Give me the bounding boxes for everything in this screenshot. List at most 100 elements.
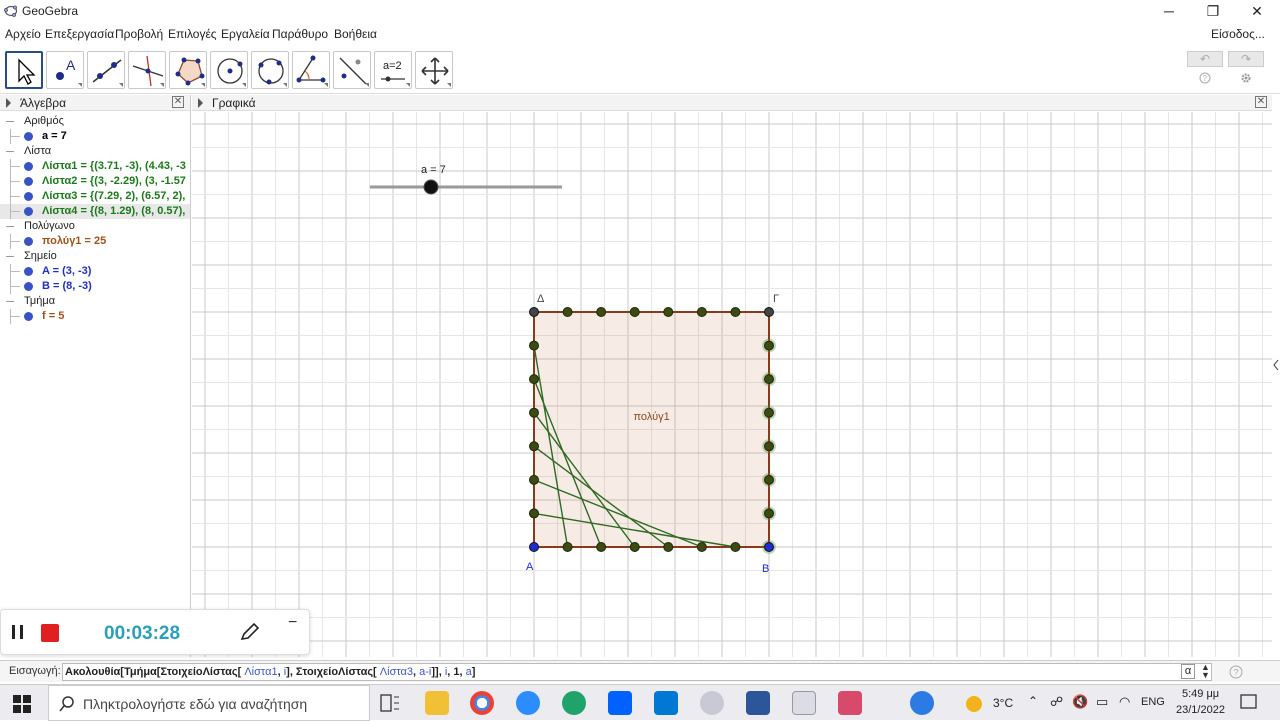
tray-chevron-icon[interactable]: ⌃ — [1028, 694, 1038, 708]
pen-icon[interactable] — [239, 622, 261, 642]
point-A[interactable] — [529, 542, 539, 552]
point-C[interactable] — [764, 307, 774, 317]
zoom-icon[interactable] — [516, 691, 540, 715]
word-icon[interactable] — [746, 691, 770, 715]
tree-collapse-icon[interactable] — [6, 151, 14, 152]
visibility-toggle-icon[interactable] — [24, 192, 33, 201]
list3-point[interactable] — [562, 307, 573, 317]
list3-point[interactable] — [730, 307, 741, 317]
reflect-tool-button[interactable] — [333, 51, 371, 89]
algebra-item[interactable]: Λίστα3 = {(7.29, 2), (6.57, 2), — [0, 189, 190, 204]
menu-tools[interactable]: Εργαλεία — [221, 27, 270, 41]
file-explorer-icon[interactable] — [425, 691, 449, 715]
windows-start-icon[interactable] — [13, 695, 31, 713]
close-window-button[interactable]: ✕ — [1234, 0, 1280, 22]
list1-point[interactable] — [562, 542, 573, 552]
help-tips-icon[interactable] — [910, 691, 934, 715]
clock-time[interactable]: 5:49 μμ — [1182, 688, 1219, 700]
visibility-toggle-icon[interactable] — [24, 237, 33, 246]
menu-help[interactable]: Βοήθεια — [334, 27, 377, 41]
list3-point[interactable] — [629, 307, 640, 317]
tree-collapse-icon[interactable] — [6, 226, 14, 227]
circle-3points-tool-button[interactable] — [251, 51, 289, 89]
algebra-item[interactable]: f = 5 — [0, 309, 190, 324]
list4-point[interactable] — [764, 374, 774, 385]
visibility-toggle-icon[interactable] — [24, 162, 33, 171]
visibility-toggle-icon[interactable] — [24, 207, 33, 216]
angle-tool-button[interactable] — [292, 51, 330, 89]
graphics-canvas[interactable]: A B Γ Δπολύγ1 a = 7 — [192, 112, 1272, 657]
visibility-toggle-icon[interactable] — [24, 177, 33, 186]
list2-point[interactable] — [529, 508, 539, 519]
line-tool-button[interactable] — [87, 51, 125, 89]
algebra-item[interactable]: Λίστα1 = {(3.71, -3), (4.43, -3 — [0, 159, 190, 174]
network-icon[interactable]: ☍ — [1050, 694, 1063, 710]
maximize-button[interactable]: ❐ — [1190, 0, 1236, 22]
stop-record-icon[interactable] — [41, 624, 59, 642]
move-tool-button[interactable] — [5, 51, 43, 89]
tree-collapse-icon[interactable] — [6, 121, 14, 122]
undo-button[interactable]: ↶ — [1187, 51, 1223, 67]
circle-tool-button[interactable] — [210, 51, 248, 89]
list2-point[interactable] — [529, 407, 539, 418]
algebra-category[interactable]: Σημείο — [0, 249, 190, 264]
task-view-icon[interactable] — [380, 694, 400, 712]
algebra-item[interactable]: πολύγ1 = 25 — [0, 234, 190, 249]
perpendicular-tool-button[interactable] — [128, 51, 166, 89]
algebra-item[interactable]: Λίστα2 = {(3, -2.29), (3, -1.57 — [0, 174, 190, 189]
redo-button[interactable]: ↷ — [1228, 51, 1264, 67]
menu-options[interactable]: Επιλογές — [168, 27, 217, 41]
point-tool-button[interactable]: A — [46, 51, 84, 89]
screen-recorder-taskbar-icon[interactable] — [838, 691, 862, 715]
battery-icon[interactable]: ▭ — [1096, 694, 1108, 710]
polygon-tool-button[interactable] — [169, 51, 207, 89]
settings-gear-icon[interactable] — [1240, 72, 1252, 84]
recorder-minimize-button[interactable]: − — [288, 614, 297, 632]
list1-point[interactable] — [696, 542, 707, 552]
list4-point[interactable] — [764, 407, 774, 418]
list2-point[interactable] — [529, 474, 539, 485]
algebra-item[interactable]: A = (3, -3) — [0, 264, 190, 279]
wifi-icon[interactable]: ◠ — [1119, 694, 1130, 710]
visibility-toggle-icon[interactable] — [24, 132, 33, 141]
edge-icon[interactable] — [562, 691, 586, 715]
taskbar-search-box[interactable]: Πληκτρολογήστε εδώ για αναζήτηση — [48, 685, 370, 721]
dropbox-icon[interactable] — [608, 691, 632, 715]
list3-point[interactable] — [663, 307, 674, 317]
algebra-item[interactable]: B = (8, -3) — [0, 279, 190, 294]
point-B[interactable] — [764, 542, 774, 552]
list1-point[interactable] — [663, 542, 674, 552]
alpha-button[interactable]: α — [1181, 664, 1195, 679]
visibility-toggle-icon[interactable] — [24, 312, 33, 321]
history-updown-icon[interactable]: ▲ ▼ — [1201, 663, 1210, 680]
algebra-item[interactable]: a = 7 — [0, 129, 190, 144]
list4-point[interactable] — [764, 441, 774, 452]
point-D[interactable] — [529, 307, 539, 317]
close-graphics-icon[interactable]: ✕ — [1255, 96, 1267, 108]
menu-edit[interactable]: Επεξεργασία — [45, 27, 114, 41]
polygon-square[interactable] — [533, 311, 770, 548]
pause-icon[interactable] — [11, 624, 25, 640]
menu-view[interactable]: Προβολή — [115, 27, 163, 41]
minimize-button[interactable]: ─ — [1146, 0, 1192, 22]
visibility-toggle-icon[interactable] — [24, 282, 33, 291]
close-algebra-icon[interactable]: ✕ — [172, 96, 184, 108]
menu-window[interactable]: Παράθυρο — [272, 27, 328, 41]
list4-point[interactable] — [764, 508, 774, 519]
list3-point[interactable] — [696, 307, 707, 317]
list4-point[interactable] — [764, 340, 774, 351]
algebra-category[interactable]: Λίστα — [0, 144, 190, 159]
algebra-item[interactable]: Λίστα4 = {(8, 1.29), (8, 0.57), — [0, 204, 190, 219]
slider-knob[interactable] — [423, 179, 439, 195]
slider-tool-button[interactable]: a=2 — [374, 51, 412, 89]
list2-point[interactable] — [529, 340, 539, 351]
notifications-icon[interactable] — [1240, 694, 1258, 712]
geogebra-taskbar-icon[interactable] — [792, 691, 816, 715]
clock-date[interactable]: 23/1/2022 — [1176, 704, 1225, 716]
signin-link[interactable]: Είσοδος... — [1211, 27, 1265, 41]
move-view-tool-button[interactable] — [415, 51, 453, 89]
tree-collapse-icon[interactable] — [6, 256, 14, 257]
list1-point[interactable] — [730, 542, 741, 552]
side-panel-arrow-icon[interactable] — [1272, 358, 1280, 372]
snipping-tool-icon[interactable] — [700, 691, 724, 715]
